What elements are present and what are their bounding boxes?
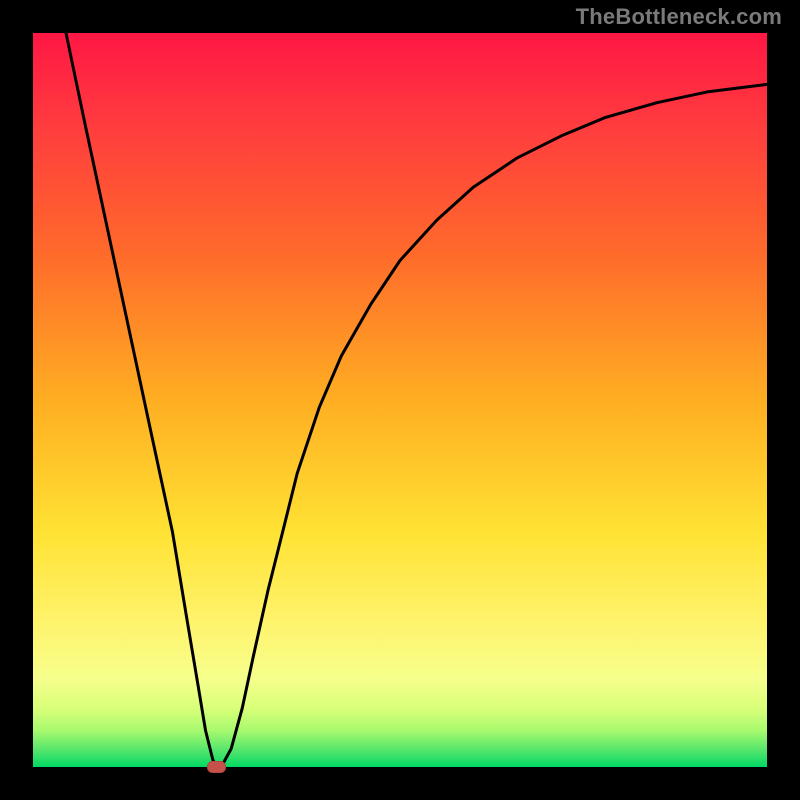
chart-frame: TheBottleneck.com	[0, 0, 800, 800]
bottleneck-chart	[0, 0, 800, 800]
watermark-text: TheBottleneck.com	[576, 4, 782, 30]
minimum-marker	[208, 762, 226, 773]
